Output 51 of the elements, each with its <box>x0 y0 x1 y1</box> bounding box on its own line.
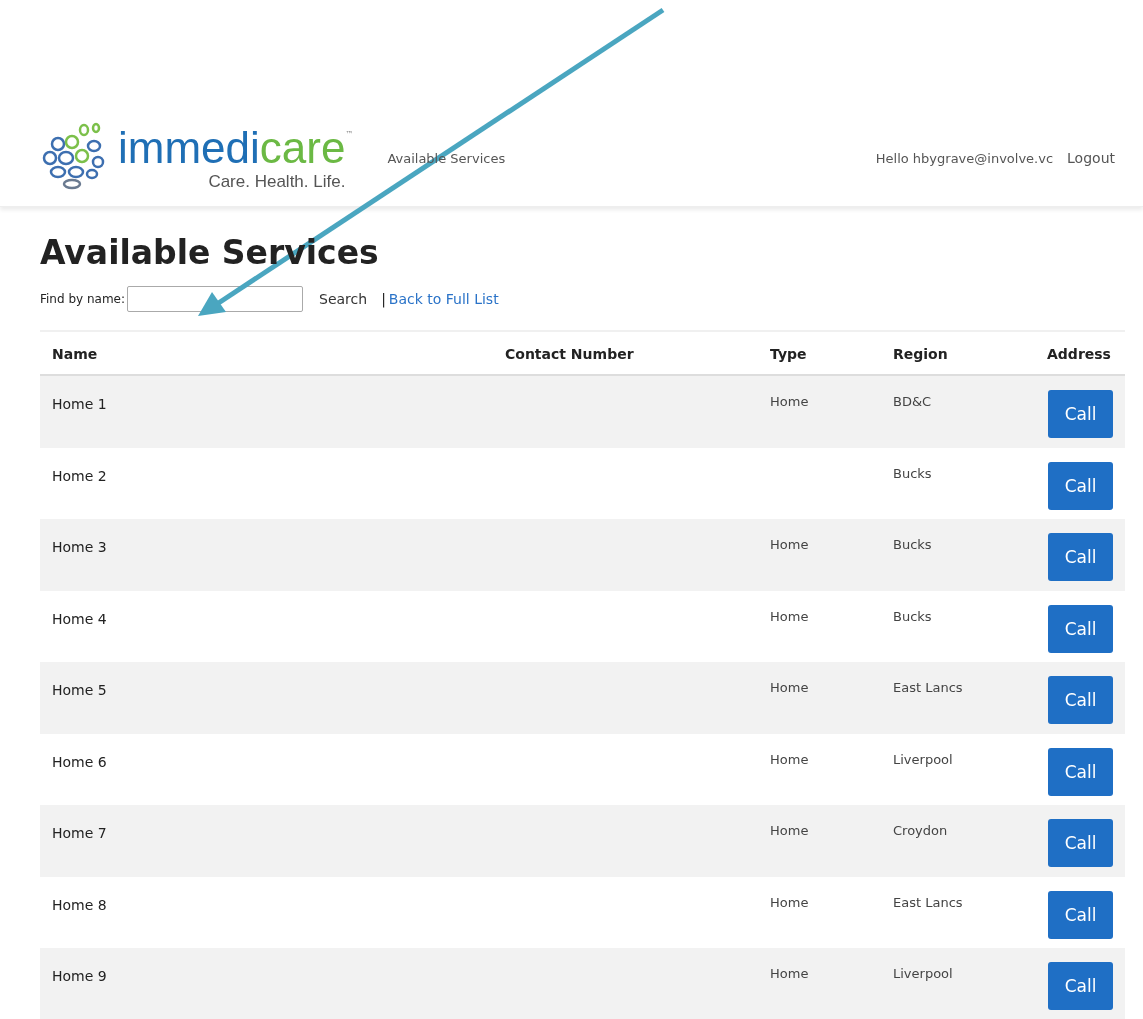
table-cell-text: Home <box>770 751 810 767</box>
table-cell-text: BD&C <box>893 394 933 409</box>
table-cell-text: Home <box>770 894 810 910</box>
table-cell-text: Home 3 <box>52 539 108 555</box>
call-button[interactable]: Call <box>1048 819 1113 867</box>
call-button[interactable]: Call <box>1048 533 1113 581</box>
table-cell-text: Home <box>770 823 810 838</box>
table-cell-text: Bucks <box>893 608 933 624</box>
brand-name-part: care <box>259 124 346 172</box>
call-button[interactable]: Call <box>1048 676 1113 724</box>
table-cell-text: Home <box>770 537 810 552</box>
brand-name-part: immedi <box>118 124 260 172</box>
table-cell-text: Home <box>770 966 810 981</box>
call-button[interactable]: Call <box>1048 461 1113 510</box>
table-cell-text: Home 4 <box>52 610 108 627</box>
trademark-mark: ™ <box>345 130 354 139</box>
call-button[interactable]: Call <box>1048 962 1113 1010</box>
table-cell-text: Croydon <box>893 823 949 838</box>
table-cell-text: Home <box>770 394 810 409</box>
table-cell-text: Home 6 <box>52 753 108 770</box>
column-header: Address <box>1047 346 1112 362</box>
greeting-text: Hello hbygrave@involve.vc <box>875 150 1054 166</box>
table-cell-text: Home 1 <box>52 396 108 412</box>
table-cell-text: Home 2 <box>52 467 108 484</box>
table-cell-text: Home <box>770 608 810 624</box>
table-cell-text: Home 8 <box>52 896 108 913</box>
name-field[interactable] <box>127 286 303 312</box>
back-link[interactable]: Back to Full List <box>388 291 499 307</box>
table-cell-text: Bucks <box>893 465 933 481</box>
table-cell-text: Home 5 <box>52 682 108 698</box>
table-cell-text: Home <box>770 680 810 695</box>
separator-text: | <box>381 291 386 307</box>
column-header: Name <box>52 346 99 362</box>
search-button[interactable]: Search <box>315 287 372 311</box>
table-cell-text: East Lancs <box>893 680 964 695</box>
call-button[interactable]: Call <box>1048 747 1113 796</box>
logout-link[interactable]: Logout <box>1067 150 1115 166</box>
table-cell-text: Liverpool <box>893 966 954 981</box>
table-cell-text: Bucks <box>893 537 933 552</box>
call-button[interactable]: Call <box>1048 890 1113 939</box>
call-button[interactable]: Call <box>1048 390 1113 438</box>
column-header: Region <box>893 346 949 362</box>
search-label: Find by name: <box>40 292 125 306</box>
call-button[interactable]: Call <box>1048 604 1113 653</box>
table-cell-text: East Lancs <box>893 894 964 910</box>
column-header: Contact Number <box>505 346 635 362</box>
tagline: Care. Health. Life. <box>208 172 346 192</box>
table-cell-text: Home 9 <box>52 968 108 984</box>
table-cell-text: Home 7 <box>52 825 108 841</box>
column-header: Type <box>770 346 808 362</box>
table-cell-text: Liverpool <box>893 751 954 767</box>
